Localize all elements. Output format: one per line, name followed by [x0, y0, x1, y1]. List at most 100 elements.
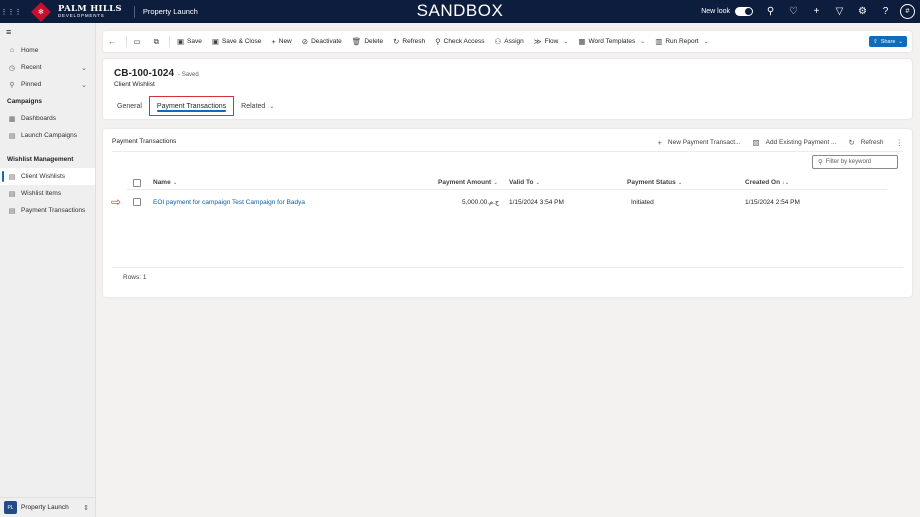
record-title: CB-100-1024- Saved: [114, 68, 199, 79]
form-icon: ▭: [133, 37, 141, 46]
new-payment-transaction-button[interactable]: + New Payment Transact...: [658, 138, 741, 147]
tab-payment-transactions[interactable]: Payment Transactions: [148, 96, 235, 116]
new-look-toggle[interactable]: [735, 7, 753, 16]
valid-to-cell: 1/15/2024 3:54 PM: [509, 198, 564, 206]
sidebar-item-client-wishlists[interactable]: ▤ Client Wishlists: [0, 168, 95, 185]
back-button[interactable]: ←: [103, 31, 124, 52]
tab-general[interactable]: General: [114, 96, 145, 116]
sidebar-item-recent[interactable]: ◷ Recent ⌄: [0, 59, 95, 76]
refresh-label: Refresh: [402, 38, 426, 45]
sidebar-item-label: Payment Transactions: [21, 207, 86, 214]
word-templates-label: Word Templates: [588, 38, 636, 45]
column-header-created-on[interactable]: Created On ↓⌄: [745, 176, 789, 189]
check-access-button[interactable]: ⚲ Check Access: [430, 31, 489, 52]
sort-descending-icon: ↓⌄: [782, 179, 790, 186]
add-icon[interactable]: +: [805, 0, 828, 23]
refresh-button[interactable]: ↻ Refresh: [388, 31, 430, 52]
chevron-down-icon: ⌄: [81, 81, 87, 89]
open-new-window-button[interactable]: ⧉: [149, 31, 167, 52]
payment-transactions-subgrid: Payment Transactions + New Payment Transa…: [103, 129, 912, 297]
brand-logo-text: PALM HILLS DEVELOPMENTS: [58, 4, 122, 19]
key-icon: ⚲: [435, 37, 441, 46]
user-avatar[interactable]: #: [900, 4, 915, 19]
delete-button[interactable]: 🗑 Delete: [347, 31, 388, 52]
tab-label: Related: [241, 102, 266, 110]
home-icon: ⌂: [9, 47, 15, 54]
app-name[interactable]: Property Launch: [133, 5, 198, 18]
list-icon: ▤: [8, 190, 16, 198]
sidebar-item-wishlist-items[interactable]: ▤ Wishlist Items: [0, 185, 95, 202]
filter-by-keyword-input[interactable]: ⚲ Filter by keyword: [812, 155, 898, 169]
pin-icon: ⚲: [9, 81, 15, 89]
sidebar-section-title: Campaigns: [7, 98, 43, 105]
chevron-down-icon: ⌄: [677, 179, 683, 186]
sidebar-item-payment-transactions[interactable]: ▤ Payment Transactions: [0, 202, 95, 219]
deactivate-label: Deactivate: [311, 38, 342, 45]
subgrid-title: Payment Transactions: [112, 138, 177, 145]
new-label: New: [278, 38, 292, 45]
trash-icon: 🗑: [351, 37, 362, 46]
new-window-icon: ⧉: [153, 36, 159, 46]
add-icon: +: [271, 37, 276, 46]
save-close-button[interactable]: ▣ Save & Close: [207, 31, 266, 52]
hamburger-menu-icon[interactable]: ≡: [0, 23, 95, 41]
app-launcher-icon[interactable]: ⋮⋮⋮: [0, 0, 22, 23]
table-row[interactable]: EOI payment for campaign Test Campaign f…: [127, 194, 887, 210]
sidebar-item-label: Client Wishlists: [21, 173, 66, 180]
subgrid-refresh-button[interactable]: ↻ Refresh: [848, 138, 883, 147]
add-existing-payment-button[interactable]: ▨ Add Existing Payment ...: [753, 138, 837, 147]
divider: [112, 151, 903, 152]
settings-icon[interactable]: ⚙: [851, 0, 874, 23]
list-icon: ▤: [8, 173, 16, 181]
flow-button[interactable]: ≫ Flow ⌄: [529, 31, 574, 52]
share-icon: ⇪: [873, 38, 878, 45]
share-label: Share: [880, 38, 896, 45]
column-header-valid-to[interactable]: Valid To ⌄: [509, 176, 540, 189]
column-label: Created On: [745, 179, 781, 186]
more-commands-button[interactable]: ⋮: [896, 138, 904, 147]
select-all-checkbox[interactable]: [133, 176, 141, 189]
chevron-down-icon: ⌄: [640, 39, 646, 45]
add-icon: +: [657, 137, 662, 147]
save-status: - Saved: [178, 72, 199, 78]
column-header-payment-status[interactable]: Payment Status ⌄: [627, 176, 682, 189]
assign-button[interactable]: ⚇ Assign: [490, 31, 529, 52]
chevron-down-icon: ⌄: [493, 179, 498, 186]
run-report-button[interactable]: ▥ Run Report ⌄: [650, 31, 713, 52]
save-button[interactable]: ▣ Save: [172, 31, 207, 52]
search-icon[interactable]: ⚲: [759, 0, 782, 23]
new-look-label: New look: [701, 8, 730, 15]
word-icon: ▦: [578, 37, 586, 46]
sidebar-item-launch-campaigns[interactable]: ▤ Launch Campaigns: [0, 127, 95, 144]
chevron-down-icon: ⌄: [81, 64, 87, 72]
tab-related[interactable]: Related ⌄: [238, 96, 277, 116]
payment-name-link[interactable]: EOI payment for campaign Test Campaign f…: [153, 194, 305, 210]
sidebar-item-home[interactable]: ⌂ Home: [0, 42, 95, 59]
sidebar-item-dashboards[interactable]: ▦ Dashboards: [0, 110, 95, 127]
help-icon[interactable]: ?: [874, 0, 897, 23]
column-header-name[interactable]: Name ⌄: [153, 176, 177, 189]
chevron-down-icon: ⌄: [898, 38, 903, 45]
form-view-button[interactable]: ▭: [129, 31, 149, 52]
share-button[interactable]: ⇪ Share ⌄: [869, 36, 907, 47]
entity-name: Client Wishlist: [114, 81, 155, 88]
area-switcher[interactable]: PL Property Launch ⇕: [0, 497, 95, 517]
column-header-payment-amount[interactable]: Payment Amount ⌄: [438, 176, 498, 189]
word-templates-button[interactable]: ▦ Word Templates ⌄: [573, 31, 650, 52]
payment-status-cell: Initiated: [631, 198, 654, 206]
lightbulb-icon[interactable]: ♡: [782, 0, 805, 23]
sidebar-item-label: Pinned: [21, 81, 42, 88]
area-badge: PL: [4, 501, 17, 514]
sidebar-item-label: Launch Campaigns: [21, 132, 78, 139]
sidebar-item-pinned[interactable]: ⚲ Pinned ⌄: [0, 76, 95, 93]
sidebar-section-title: Wishlist Management: [7, 156, 74, 163]
new-button[interactable]: + New: [266, 31, 296, 52]
chevron-down-icon: ⌄: [703, 39, 709, 45]
campaign-icon: ▤: [8, 132, 16, 140]
filter-icon[interactable]: ▽: [828, 0, 851, 23]
row-checkbox[interactable]: [133, 194, 141, 210]
check-access-label: Check Access: [443, 38, 485, 45]
deactivate-button[interactable]: ⊘ Deactivate: [297, 31, 347, 52]
sitemap-sidebar: ≡ ⌂ Home ◷ Recent ⌄ ⚲ Pinned ⌄ Campaigns…: [0, 23, 96, 517]
clock-icon: ◷: [8, 64, 16, 72]
